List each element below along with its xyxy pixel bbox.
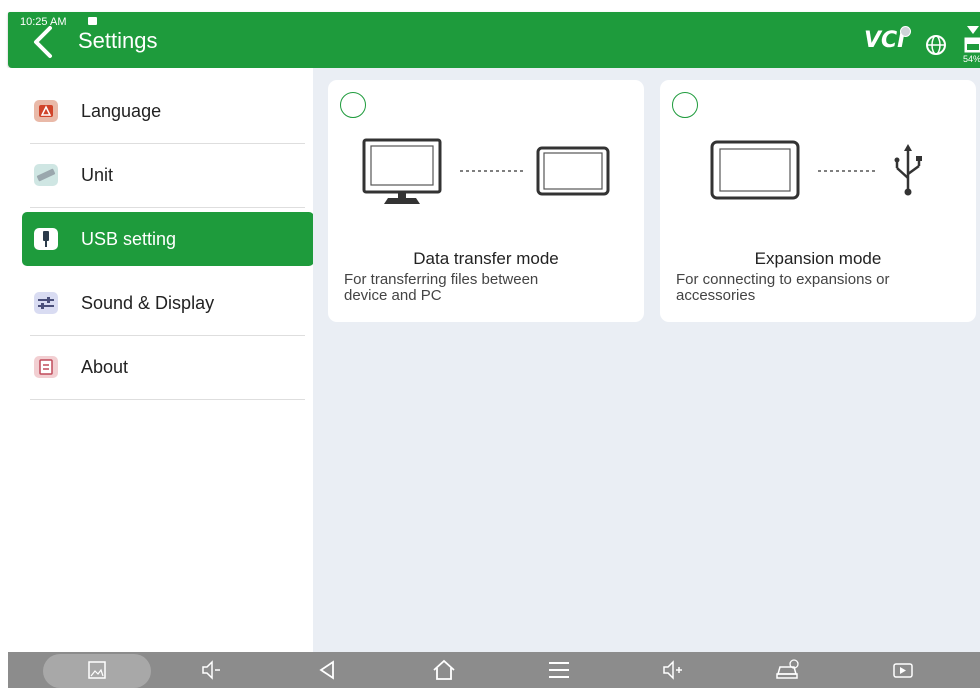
about-icon (34, 356, 58, 378)
card-title: Expansion mode (754, 249, 882, 268)
screen-record-icon[interactable] (889, 658, 917, 682)
expansion-radio[interactable] (672, 92, 698, 118)
system-navigation-bar (8, 652, 980, 688)
card-description-line: accessories (676, 287, 756, 304)
notification-icon (88, 17, 97, 25)
expansion-mode-card[interactable]: Expansion mode For connecting to expansi… (660, 80, 976, 322)
card-title: Data transfer mode (413, 249, 559, 268)
app-header: 10:25 AM Settings VCI 54% (8, 12, 980, 68)
sidebar-item-label: USB setting (81, 229, 177, 249)
usb-setting-panel: Data transfer mode For transferring file… (313, 68, 980, 652)
divider (30, 399, 305, 400)
sidebar-item-sound-display[interactable]: Sound & Display (22, 276, 314, 330)
unit-icon (34, 164, 58, 186)
back-icon[interactable] (28, 24, 58, 60)
divider (30, 335, 305, 336)
globe-icon (926, 35, 946, 55)
card-description-line: For transferring files between (344, 271, 539, 288)
settings-sidebar: Language Unit USB setting Sound & Displa… (8, 68, 314, 652)
sound-display-icon (34, 292, 58, 314)
data-transfer-mode-card[interactable]: Data transfer mode For transferring file… (328, 80, 644, 322)
sidebar-item-language[interactable]: Language (22, 84, 314, 138)
language-icon (34, 100, 58, 122)
sidebar-item-usb-setting[interactable]: USB setting (22, 212, 314, 266)
monitor-icon (362, 138, 610, 204)
sidebar-item-about[interactable]: About (22, 340, 314, 394)
tablet-icon (710, 140, 922, 200)
usb-icon (34, 228, 58, 250)
sidebar-item-label: Unit (81, 165, 114, 185)
page-title: Settings (78, 28, 158, 53)
battery-percentage: 54% (963, 54, 980, 64)
vci-status-badge (900, 26, 911, 37)
screenshot-icon[interactable] (83, 658, 111, 682)
card-description: For transferring files between device an… (344, 272, 644, 304)
card-description: For connecting to expansions or accessor… (676, 272, 976, 304)
sidebar-item-label: About (81, 357, 129, 377)
volume-up-icon[interactable] (659, 658, 687, 682)
sidebar-item-unit[interactable]: Unit (22, 148, 314, 202)
home-icon[interactable] (430, 658, 458, 682)
volume-down-icon[interactable] (198, 658, 226, 682)
nav-back-icon[interactable] (315, 658, 343, 682)
sidebar-item-label: Language (81, 101, 162, 121)
card-description-line: For connecting to expansions or (676, 271, 890, 288)
usb-symbol-icon (895, 150, 921, 190)
divider (30, 207, 305, 208)
card-description-line: device and PC (344, 287, 442, 304)
data-transfer-radio[interactable] (340, 92, 366, 118)
sidebar-item-label: Sound & Display (81, 293, 215, 313)
divider (30, 143, 305, 144)
car-diagnostic-icon[interactable] (774, 658, 802, 682)
menu-icon[interactable] (545, 658, 573, 682)
